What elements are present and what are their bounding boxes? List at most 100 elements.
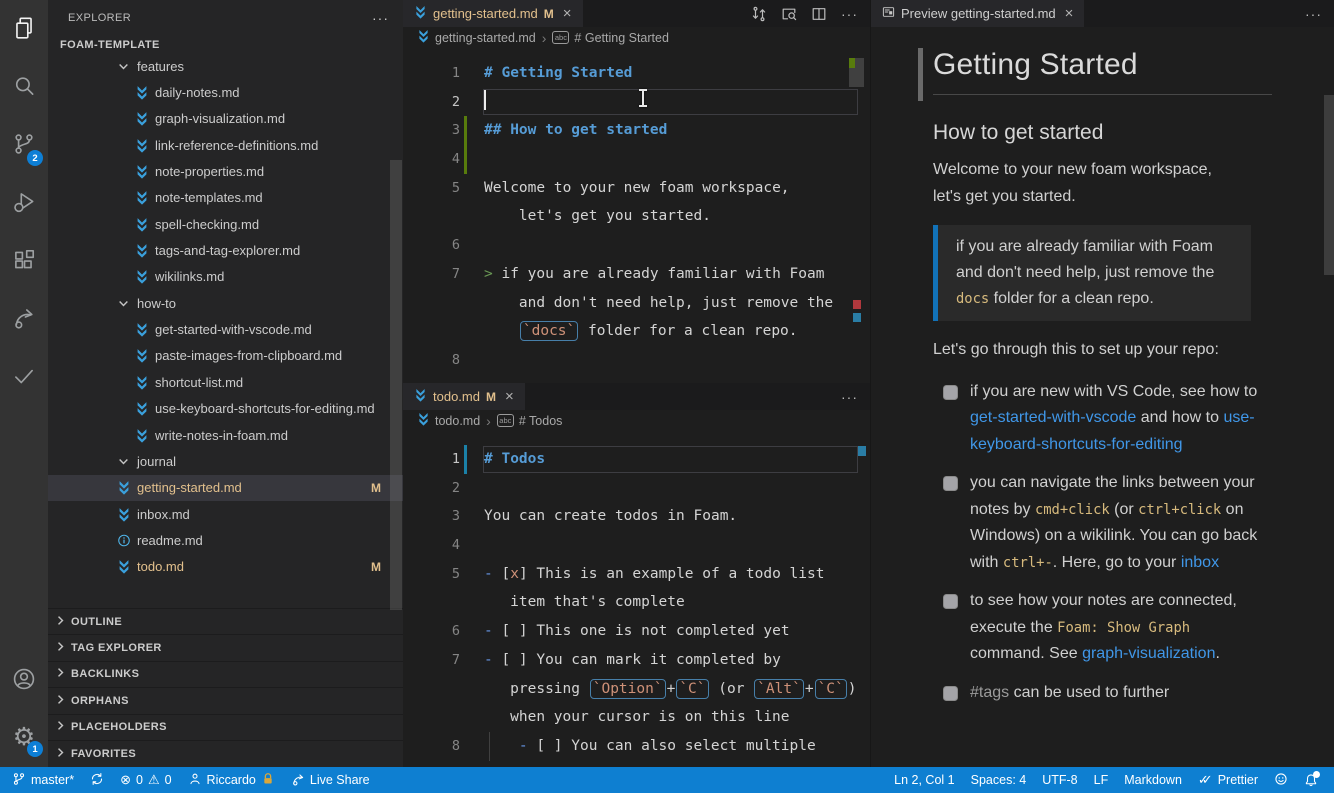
folder-journal[interactable]: journal	[48, 448, 403, 474]
more-icon[interactable]: ···	[1305, 6, 1322, 22]
tree-item-label: link-reference-definitions.md	[155, 137, 319, 153]
wikilink[interactable]: get-started-with-vscode	[970, 409, 1136, 426]
markdown-file-icon	[134, 427, 149, 443]
code-editor[interactable]: 1 # Getting Started 2 3 ## How to get starte…	[403, 48, 870, 383]
checkbox[interactable]	[943, 594, 958, 609]
activity-checks[interactable]	[0, 354, 48, 402]
file-get-started-with-vscode.md[interactable]: get-started-with-vscode.md	[48, 317, 403, 343]
open-preview-icon[interactable]	[781, 6, 797, 22]
line-content: You can create todos in Foam.	[484, 502, 737, 531]
breadcrumb-separator: ›	[486, 412, 491, 429]
status-indentation[interactable]: Spaces: 4	[963, 767, 1035, 793]
status-feedback[interactable]	[1266, 767, 1296, 793]
code-line: 8	[403, 346, 870, 375]
markdown-file-icon	[134, 111, 149, 127]
code-line: 7 - [ ] You can mark it completed by	[403, 646, 870, 675]
open-changes-icon[interactable]	[751, 6, 767, 22]
activity-run-debug[interactable]	[0, 180, 48, 228]
more-icon[interactable]: ···	[841, 389, 858, 405]
tree-item-label: getting-started.md	[137, 480, 242, 496]
activity-search[interactable]	[0, 64, 48, 112]
tab-todo.md[interactable]: todo.md M ×	[403, 383, 525, 410]
status-problems[interactable]: ⊗ 0 ⚠ 0	[112, 767, 179, 793]
file-shortcut-list.md[interactable]: shortcut-list.md	[48, 369, 403, 395]
code-line: 1 # Getting Started	[403, 59, 870, 88]
tree-item-label: daily-notes.md	[155, 84, 240, 100]
file-use-keyboard-shortcuts-for-editing.md[interactable]: use-keyboard-shortcuts-for-editing.md	[48, 396, 403, 422]
wikilink[interactable]: inbox	[1181, 554, 1219, 571]
workspace-root-row[interactable]: FOAM-TEMPLATE	[48, 35, 403, 56]
status-sync[interactable]	[82, 767, 112, 793]
explorer-scrollbar[interactable]	[390, 160, 402, 610]
section-placeholders[interactable]: PLACEHOLDERS	[48, 713, 403, 740]
more-icon[interactable]: ···	[841, 6, 858, 22]
section-tag-explorer[interactable]: TAG EXPLORER	[48, 634, 403, 661]
activity-explorer[interactable]	[0, 6, 48, 54]
code-editor[interactable]: 1 # Todos 2 3 You can create todos in Foam. 4…	[403, 431, 870, 767]
activity-settings[interactable]: ⚙ 1	[0, 713, 48, 761]
file-tags-and-tag-explorer.md[interactable]: tags-and-tag-explorer.md	[48, 237, 403, 263]
activity-live-share[interactable]	[0, 296, 48, 344]
file-inbox.md[interactable]: inbox.md	[48, 501, 403, 527]
file-note-properties.md[interactable]: note-properties.md	[48, 158, 403, 184]
task-list-item: you can navigate the links between your …	[933, 470, 1272, 576]
file-note-templates.md[interactable]: note-templates.md	[48, 185, 403, 211]
close-icon[interactable]: ×	[505, 388, 514, 405]
section-backlinks[interactable]: BACKLINKS	[48, 660, 403, 688]
folder-features[interactable]: features	[48, 53, 403, 79]
tab-getting-started.md[interactable]: getting-started.md M ×	[403, 0, 583, 27]
folder-how-to[interactable]: how-to	[48, 290, 403, 316]
inline-code: docs	[956, 291, 990, 307]
status-git-branch[interactable]: master*	[4, 767, 82, 793]
file-readme.md[interactable]: readme.md	[48, 527, 403, 553]
status-cursor-position[interactable]: Ln 2, Col 1	[886, 767, 962, 793]
file-write-notes-in-foam.md[interactable]: write-notes-in-foam.md	[48, 422, 403, 448]
file-link-reference-definitions.md[interactable]: link-reference-definitions.md	[48, 132, 403, 158]
status-formatter[interactable]: ✓✓ Prettier	[1190, 767, 1266, 793]
file-todo.md[interactable]: todo.md M	[48, 554, 403, 580]
section-favorites[interactable]: FAVORITES	[48, 740, 403, 767]
checkbox[interactable]	[943, 384, 958, 400]
error-icon: ⊗	[120, 772, 131, 787]
file-graph-visualization.md[interactable]: graph-visualization.md	[48, 106, 403, 132]
code-line: 3 ## How to get started	[403, 116, 870, 146]
token: [	[492, 565, 511, 582]
chevron-right-icon	[55, 720, 66, 734]
checkbox[interactable]	[943, 685, 958, 701]
split-editor-icon[interactable]	[811, 6, 827, 22]
status-eol[interactable]: LF	[1086, 767, 1117, 793]
breadcrumb-symbol[interactable]: # Getting Started	[574, 31, 669, 45]
preview-scrollbar[interactable]	[1324, 95, 1334, 275]
tree-item-label: write-notes-in-foam.md	[155, 427, 288, 443]
token: >	[484, 265, 493, 282]
checkbox[interactable]	[943, 476, 958, 491]
file-daily-notes.md[interactable]: daily-notes.md	[48, 79, 403, 105]
line-number: 4	[451, 151, 460, 168]
tab-preview-getting-started[interactable]: Preview getting-started.md ×	[871, 0, 1085, 27]
explorer-more-actions[interactable]: ···	[372, 10, 389, 26]
status-live-share[interactable]: Live Share	[283, 767, 378, 793]
breadcrumb-file[interactable]: todo.md	[435, 414, 480, 428]
close-icon[interactable]: ×	[563, 5, 572, 22]
activity-accounts[interactable]	[0, 657, 48, 705]
section-outline[interactable]: OUTLINE	[48, 608, 403, 635]
status-live-share-user[interactable]: Riccardo	[180, 767, 283, 793]
code-line: `docs` folder for a clean repo.	[403, 317, 870, 346]
status-notifications[interactable]	[1296, 767, 1326, 793]
status-language-mode[interactable]: Markdown	[1116, 767, 1190, 793]
close-icon[interactable]: ×	[1065, 5, 1074, 22]
status-encoding[interactable]: UTF-8	[1034, 767, 1085, 793]
breadcrumb-symbol[interactable]: # Todos	[519, 414, 563, 428]
code-line: 2	[403, 474, 870, 503]
file-spell-checking.md[interactable]: spell-checking.md	[48, 211, 403, 237]
file-getting-started.md[interactable]: getting-started.md M	[48, 474, 403, 501]
section-orphans[interactable]: ORPHANS	[48, 687, 403, 714]
activity-extensions[interactable]	[0, 238, 48, 286]
breadcrumb-file[interactable]: getting-started.md	[435, 31, 536, 45]
token: )	[847, 680, 857, 697]
file-paste-images-from-clipboard.md[interactable]: paste-images-from-clipboard.md	[48, 343, 403, 369]
wikilink[interactable]: graph-visualization	[1082, 645, 1215, 662]
activity-source-control[interactable]: 2	[0, 122, 48, 170]
token: +	[666, 680, 676, 697]
file-wikilinks.md[interactable]: wikilinks.md	[48, 264, 403, 290]
